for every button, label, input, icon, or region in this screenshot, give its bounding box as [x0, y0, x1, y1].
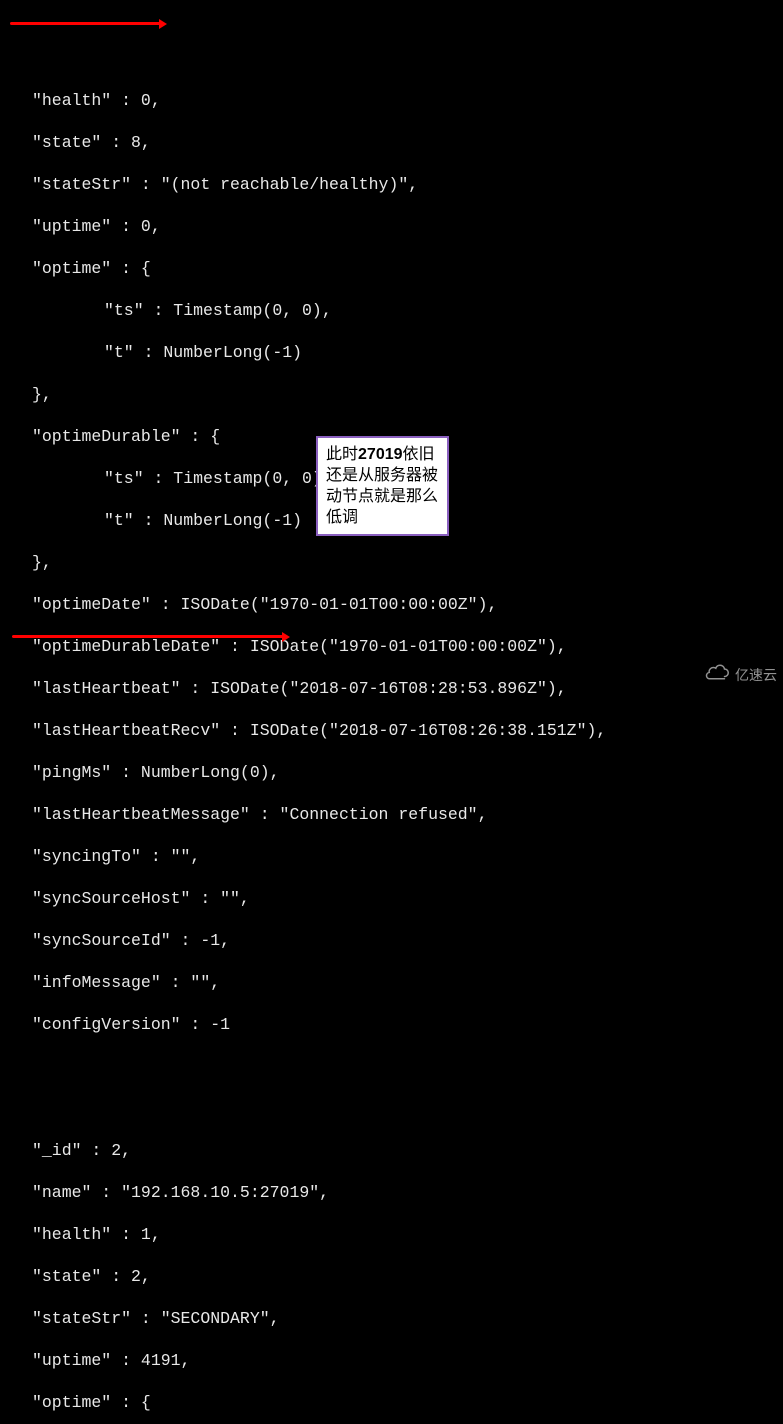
code-line: "lastHeartbeatMessage" : "Connection ref…	[32, 804, 783, 825]
code-line: "uptime" : 4191,	[32, 1350, 783, 1371]
code-line: "lastHeartbeatRecv" : ISODate("2018-07-1…	[32, 720, 783, 741]
code-line: "infoMessage" : "",	[32, 972, 783, 993]
code-line: "state" : 8,	[32, 132, 783, 153]
annotation-pre: 此时	[326, 446, 358, 463]
code-line: "ts" : Timestamp(0, 0),	[32, 300, 783, 321]
code-line: "name" : "192.168.10.5:27019",	[32, 1182, 783, 1203]
blank-line	[32, 1098, 783, 1119]
code-line: "health" : 1,	[32, 1224, 783, 1245]
annotation-callout: 此时27019依旧还是从服务器被动节点就是那么低调	[316, 436, 449, 536]
code-line: "syncSourceHost" : "",	[32, 888, 783, 909]
code-line: "stateStr" : "(not reachable/healthy)",	[32, 174, 783, 195]
code-line: "health" : 0,	[32, 90, 783, 111]
code-line: "state" : 2,	[32, 1266, 783, 1287]
code-line: "stateStr" : "SECONDARY",	[32, 1308, 783, 1329]
annotation-port-bold: 27019	[358, 446, 403, 463]
highlight-arrow-2	[12, 635, 286, 638]
code-line: "syncSourceId" : -1,	[32, 930, 783, 951]
highlight-arrow-1	[10, 22, 163, 25]
blank-line	[32, 1056, 783, 1077]
code-line: "syncingTo" : "",	[32, 846, 783, 867]
code-line: "optime" : {	[32, 1392, 783, 1413]
code-line: "configVersion" : -1	[32, 1014, 783, 1035]
code-line: "uptime" : 0,	[32, 216, 783, 237]
code-line: "lastHeartbeat" : ISODate("2018-07-16T08…	[32, 678, 783, 699]
code-line: "optimeDurableDate" : ISODate("1970-01-0…	[32, 636, 783, 657]
code-line: "pingMs" : NumberLong(0),	[32, 762, 783, 783]
code-line: "_id" : 2,	[32, 1140, 783, 1161]
code-line: },	[32, 384, 783, 405]
code-line: "optime" : {	[32, 258, 783, 279]
code-line: "optimeDate" : ISODate("1970-01-01T00:00…	[32, 594, 783, 615]
code-line: },	[32, 552, 783, 573]
code-line: "t" : NumberLong(-1)	[32, 342, 783, 363]
